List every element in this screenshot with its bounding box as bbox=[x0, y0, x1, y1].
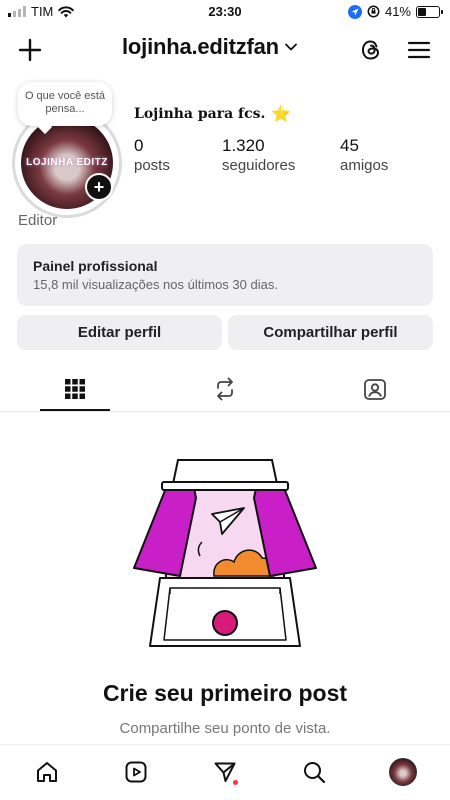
repost-icon bbox=[217, 377, 233, 401]
empty-posts-illustration bbox=[133, 459, 317, 647]
account-switcher[interactable]: lojinha.editzfan bbox=[122, 34, 297, 60]
share-profile-button[interactable]: Compartilhar perfil bbox=[228, 315, 433, 350]
create-button[interactable] bbox=[14, 34, 46, 66]
reels-icon bbox=[125, 761, 147, 783]
plus-icon bbox=[18, 38, 42, 62]
empty-state-subtitle: Compartilhe seu ponto de vista. bbox=[119, 720, 331, 737]
notification-dot bbox=[233, 780, 238, 785]
profile-tabs bbox=[0, 370, 450, 412]
bottom-navigation bbox=[0, 744, 450, 800]
status-right: 41% bbox=[347, 4, 443, 19]
profile-header: lojinha.editzfan bbox=[0, 28, 450, 72]
tab-tagged[interactable] bbox=[340, 374, 410, 404]
posts-count: 0 bbox=[134, 136, 144, 155]
grid-icon bbox=[65, 379, 85, 399]
display-name: Lojinha para fcs. ⭐ bbox=[134, 104, 291, 123]
nav-reels[interactable] bbox=[119, 755, 153, 789]
menu-button[interactable] bbox=[403, 34, 435, 66]
note-bubble[interactable]: O que você está pensa... bbox=[18, 82, 112, 126]
posts-label: posts bbox=[134, 157, 170, 174]
nav-home[interactable] bbox=[30, 755, 64, 789]
status-bar: TIM 23:30 41% bbox=[0, 0, 450, 24]
empty-state-title: Crie seu primeiro post bbox=[102, 680, 348, 706]
username: lojinha.editzfan bbox=[122, 34, 279, 59]
avatar-text: LOJINHA EDITZ bbox=[26, 157, 108, 168]
dashboard-subtitle: 15,8 mil visualizações nos últimos 30 di… bbox=[33, 277, 278, 292]
stat-followers[interactable]: 1.320 seguidores bbox=[222, 136, 295, 174]
menu-icon bbox=[407, 41, 431, 59]
plus-icon: + bbox=[93, 177, 105, 197]
threads-icon bbox=[361, 40, 380, 60]
tagged-icon bbox=[364, 379, 386, 400]
professional-dashboard[interactable]: Painel profissional 15,8 mil visualizaçõ… bbox=[17, 244, 433, 306]
nav-search[interactable] bbox=[297, 755, 331, 789]
note-text: O que você está pensa... bbox=[24, 90, 106, 115]
friends-count: 45 bbox=[340, 136, 359, 155]
home-icon bbox=[37, 762, 57, 782]
followers-count: 1.320 bbox=[222, 136, 265, 155]
edit-profile-button[interactable]: Editar perfil bbox=[17, 315, 222, 350]
location-icon bbox=[347, 4, 362, 19]
battery-percent: 41% bbox=[384, 4, 411, 19]
nav-profile[interactable] bbox=[386, 755, 420, 789]
stat-friends[interactable]: 45 amigos bbox=[340, 136, 388, 174]
tab-grid[interactable] bbox=[40, 374, 110, 404]
threads-button[interactable] bbox=[355, 34, 387, 66]
followers-label: seguidores bbox=[222, 157, 296, 174]
star-emoji-icon: ⭐ bbox=[271, 104, 292, 123]
stat-posts[interactable]: 0 posts bbox=[134, 136, 170, 174]
active-tab-indicator bbox=[40, 409, 110, 411]
chevron-down-icon bbox=[285, 43, 297, 51]
tab-reposts[interactable] bbox=[190, 374, 260, 404]
orientation-lock-icon bbox=[367, 5, 380, 18]
nav-direct[interactable] bbox=[208, 755, 242, 789]
battery-icon bbox=[416, 5, 443, 18]
display-name-text: Lojinha para fcs. bbox=[134, 105, 266, 122]
profile-avatar-small bbox=[389, 758, 417, 786]
friends-label: amigos bbox=[340, 157, 389, 174]
search-icon bbox=[304, 762, 326, 784]
profile-category: Editor bbox=[18, 212, 58, 229]
dashboard-title: Painel profissional bbox=[33, 258, 158, 274]
add-story-button[interactable]: + bbox=[85, 173, 113, 201]
